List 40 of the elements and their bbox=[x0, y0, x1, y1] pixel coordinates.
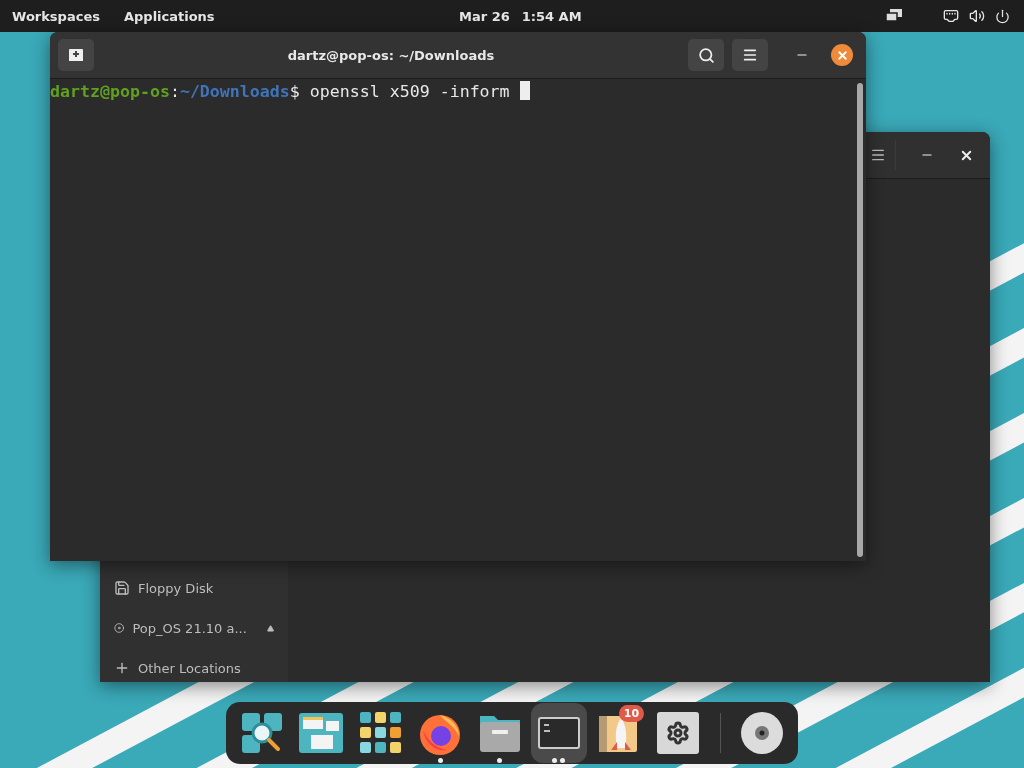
running-dot bbox=[552, 758, 558, 763]
settings-icon bbox=[656, 712, 699, 754]
volume-icon[interactable] bbox=[969, 8, 985, 24]
menu-icon bbox=[742, 47, 758, 63]
date-label[interactable]: Mar 26 bbox=[459, 8, 510, 24]
running-dot bbox=[497, 758, 503, 763]
new-tab-button[interactable] bbox=[58, 39, 94, 71]
app-grid-icon bbox=[359, 712, 402, 754]
scrollbar-thumb[interactable] bbox=[857, 83, 863, 557]
top-bar-menu[interactable]: Workspaces bbox=[0, 8, 112, 24]
disc-icon bbox=[114, 620, 125, 636]
top-bar-menu[interactable]: Applications bbox=[111, 8, 227, 24]
terminal-line: dartz@pop-os:~/Downloads$ openssl x509 -inform bbox=[50, 79, 854, 561]
plus-icon bbox=[114, 660, 130, 676]
cursor bbox=[519, 81, 530, 100]
running-dot bbox=[560, 758, 566, 763]
close-icon bbox=[835, 48, 849, 62]
window-title: dartz@pop-os: ~/Downloads bbox=[286, 47, 496, 63]
network-icon[interactable] bbox=[943, 8, 959, 24]
menu-button[interactable] bbox=[732, 39, 768, 71]
displays-icon[interactable] bbox=[885, 9, 903, 23]
search-icon bbox=[239, 711, 284, 755]
sidebar-item[interactable]: Pop_OS 21.10 a... bbox=[100, 608, 288, 648]
search-icon bbox=[697, 46, 715, 64]
dock-item[interactable]: 10 bbox=[590, 703, 647, 763]
sidebar-item[interactable]: Floppy Disk bbox=[100, 568, 288, 608]
new-tab-icon bbox=[68, 48, 84, 62]
terminal-icon bbox=[538, 717, 580, 749]
sidebar-item[interactable]: Other Locations bbox=[100, 648, 288, 682]
close-button[interactable] bbox=[831, 44, 853, 66]
disc-icon bbox=[740, 711, 785, 755]
power-icon[interactable] bbox=[995, 8, 1010, 24]
running-dot bbox=[437, 758, 443, 763]
eject-icon[interactable] bbox=[266, 622, 274, 634]
dock-item[interactable] bbox=[531, 703, 587, 763]
time-label[interactable]: 1:54 AM bbox=[521, 8, 582, 24]
search-button[interactable] bbox=[688, 39, 724, 71]
windows-icon bbox=[299, 713, 344, 753]
notification-badge: 10 bbox=[618, 705, 645, 722]
menu-icon bbox=[870, 147, 886, 163]
